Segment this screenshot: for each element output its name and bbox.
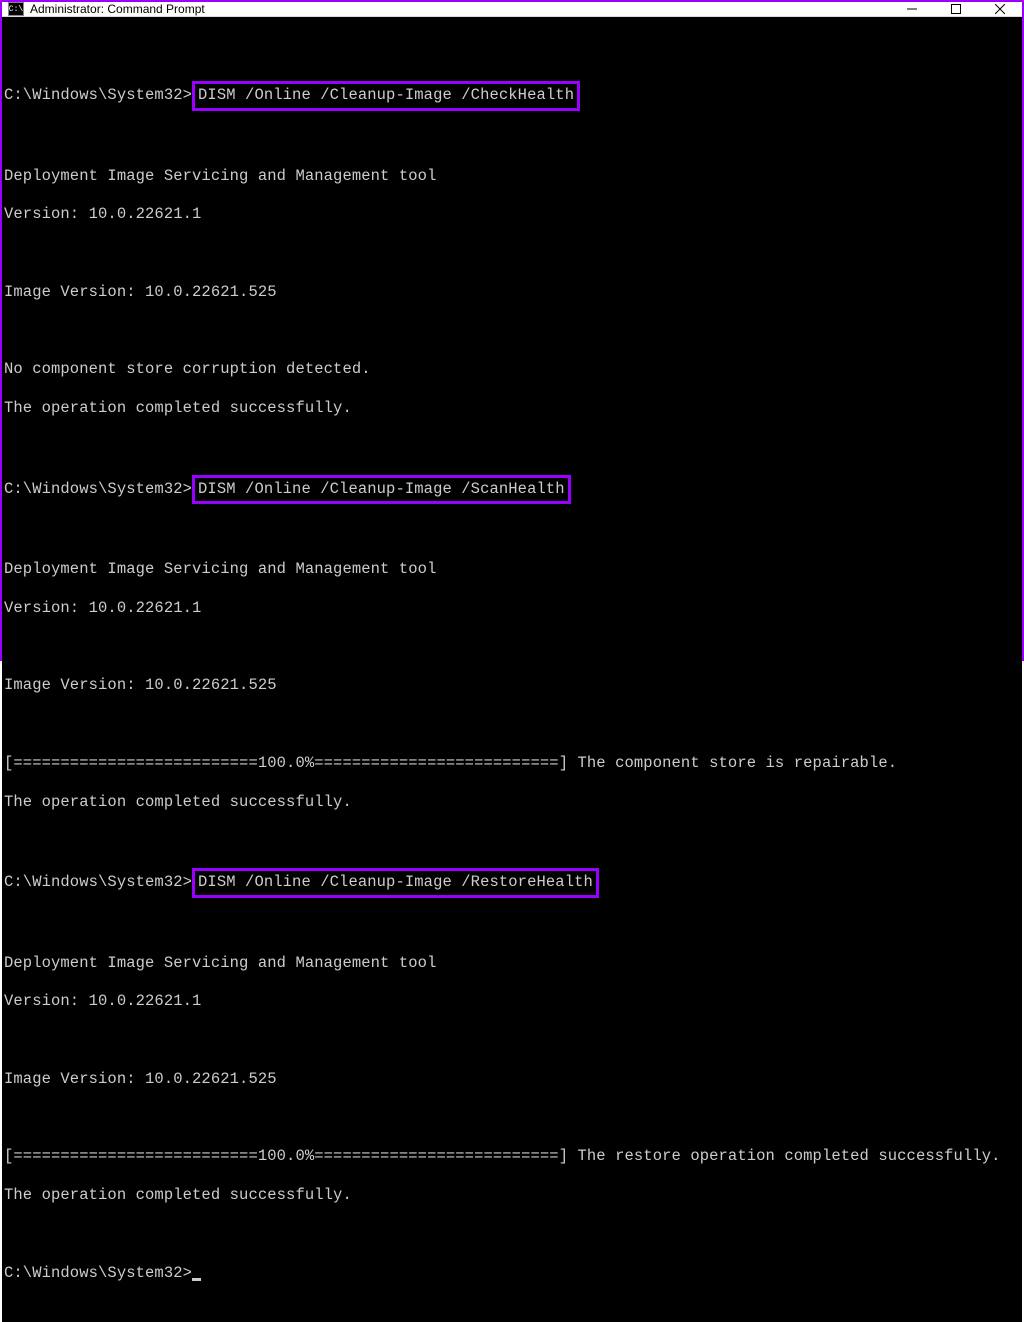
command-prompt-window: C:\ Administrator: Command Prompt C:\Win…: [0, 0, 1024, 661]
cursor: [192, 1278, 201, 1281]
output-text: Version: 10.0.22621.1: [4, 992, 1022, 1011]
output-text: The restore operation completed successf…: [578, 1147, 1001, 1165]
output-text: Deployment Image Servicing and Managemen…: [4, 954, 1022, 973]
output-text: Deployment Image Servicing and Managemen…: [4, 560, 1022, 579]
window-title: Administrator: Command Prompt: [30, 2, 890, 16]
output-text: Image Version: 10.0.22621.525: [4, 1070, 1022, 1089]
app-icon: C:\: [8, 2, 24, 16]
prompt-text: C:\Windows\System32>: [4, 1264, 192, 1282]
window-controls: [890, 2, 1022, 16]
highlighted-command-checkhealth: DISM /Online /Cleanup-Image /CheckHealth: [192, 81, 580, 110]
close-button[interactable]: [978, 2, 1022, 16]
output-text: Version: 10.0.22621.1: [4, 599, 1022, 618]
output-text: Image Version: 10.0.22621.525: [4, 283, 1022, 302]
titlebar[interactable]: C:\ Administrator: Command Prompt: [2, 2, 1022, 17]
output-text: Deployment Image Servicing and Managemen…: [4, 167, 1022, 186]
output-text: The component store is repairable.: [578, 754, 898, 772]
highlighted-command-restorehealth: DISM /Online /Cleanup-Image /RestoreHeal…: [192, 868, 599, 897]
output-text: Version: 10.0.22621.1: [4, 205, 1022, 224]
output-text: The operation completed successfully.: [4, 1186, 1022, 1205]
prompt-text: C:\Windows\System32>: [4, 86, 192, 104]
prompt-text: C:\Windows\System32>: [4, 480, 192, 498]
output-text: The operation completed successfully.: [4, 399, 1022, 418]
output-text: Image Version: 10.0.22621.525: [4, 676, 1022, 695]
maximize-button[interactable]: [934, 2, 978, 16]
highlighted-command-scanhealth: DISM /Online /Cleanup-Image /ScanHealth: [192, 475, 571, 504]
progress-bar: [==========================100.0%=======…: [4, 1147, 578, 1165]
output-text: No component store corruption detected.: [4, 360, 1022, 379]
terminal-output[interactable]: C:\Windows\System32>DISM /Online /Cleanu…: [2, 17, 1022, 1322]
output-text: The operation completed successfully.: [4, 793, 1022, 812]
progress-bar: [==========================100.0%=======…: [4, 754, 578, 772]
minimize-button[interactable]: [890, 2, 934, 16]
prompt-text: C:\Windows\System32>: [4, 873, 192, 891]
